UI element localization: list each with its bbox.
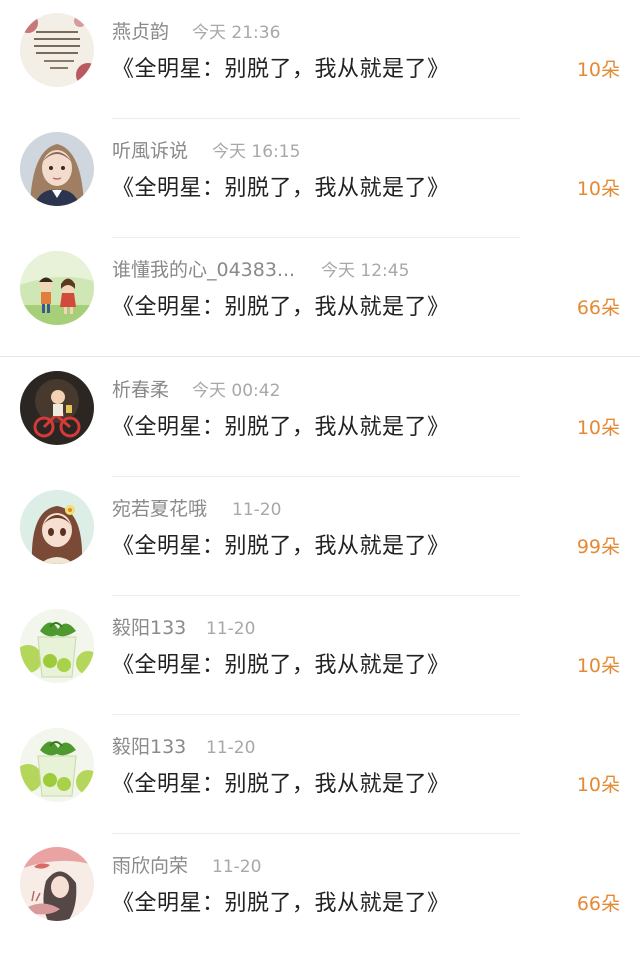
- avatar[interactable]: [20, 847, 94, 921]
- avatar[interactable]: [20, 490, 94, 564]
- user-name[interactable]: 毅阳133: [112, 616, 186, 640]
- gift-title: 《全明星：别脱了，我从就是了》: [112, 891, 450, 916]
- list-item[interactable]: 谁懂我的心_04383... 今天 12:45 《全明星：别脱了，我从就是了》 …: [0, 238, 640, 357]
- user-name[interactable]: 雨欣向荣: [112, 854, 188, 878]
- gift-title: 《全明星：别脱了，我从就是了》: [112, 57, 450, 82]
- timestamp: 11-20: [232, 500, 282, 520]
- list-item[interactable]: 毅阳133 11-20 《全明星：别脱了，我从就是了》 10朵: [0, 715, 640, 834]
- gift-title: 《全明星：别脱了，我从就是了》: [112, 534, 450, 559]
- timestamp: 今天 21:36: [192, 23, 281, 43]
- avatar[interactable]: [20, 13, 94, 87]
- avatar-cartoon-kids-icon: [20, 251, 94, 325]
- avatar[interactable]: [20, 609, 94, 683]
- list-item[interactable]: 宛若夏花哦 11-20 《全明星：别脱了，我从就是了》 99朵: [0, 477, 640, 596]
- avatar-mojito-icon: [20, 728, 94, 802]
- list-item[interactable]: 毅阳133 11-20 《全明星：别脱了，我从就是了》 10朵: [0, 596, 640, 715]
- avatar[interactable]: [20, 132, 94, 206]
- flower-count: 10朵: [576, 59, 620, 81]
- flower-count: 10朵: [576, 655, 620, 677]
- divider: [0, 356, 640, 357]
- user-name[interactable]: 毅阳133: [112, 735, 186, 759]
- avatar-mojito-icon: [20, 609, 94, 683]
- gift-list: 燕贞韵 今天 21:36 《全明星：别脱了，我从就是了》 10朵 听風诉说 今天…: [0, 0, 640, 949]
- gift-title: 《全明星：别脱了，我从就是了》: [112, 295, 450, 320]
- avatar[interactable]: [20, 371, 94, 445]
- timestamp: 今天 16:15: [212, 142, 301, 162]
- flower-count: 10朵: [576, 774, 620, 796]
- user-name[interactable]: 燕贞韵: [112, 20, 169, 44]
- gift-title: 《全明星：别脱了，我从就是了》: [112, 415, 450, 440]
- flower-count: 10朵: [576, 417, 620, 439]
- flower-count: 10朵: [576, 178, 620, 200]
- user-name[interactable]: 听風诉说: [112, 139, 188, 163]
- gift-title: 《全明星：别脱了，我从就是了》: [112, 653, 450, 678]
- timestamp: 今天 12:45: [321, 261, 410, 281]
- list-item[interactable]: 听風诉说 今天 16:15 《全明星：别脱了，我从就是了》 10朵: [0, 119, 640, 238]
- user-name[interactable]: 宛若夏花哦: [112, 497, 207, 521]
- avatar-poem-icon: [20, 13, 94, 87]
- user-name[interactable]: 谁懂我的心_04383...: [112, 258, 295, 282]
- gift-title: 《全明星：别脱了，我从就是了》: [112, 176, 450, 201]
- timestamp: 今天 00:42: [192, 381, 281, 401]
- list-item[interactable]: 雨欣向荣 11-20 《全明星：别脱了，我从就是了》 66朵: [0, 834, 640, 953]
- timestamp: 11-20: [206, 738, 256, 758]
- flower-count: 66朵: [576, 893, 620, 915]
- avatar-girl-portrait-icon: [20, 132, 94, 206]
- avatar[interactable]: [20, 728, 94, 802]
- avatar-bicycle-icon: [20, 371, 94, 445]
- avatar[interactable]: [20, 251, 94, 325]
- list-item[interactable]: 析春柔 今天 00:42 《全明星：别脱了，我从就是了》 10朵: [0, 358, 640, 477]
- gift-title: 《全明星：别脱了，我从就是了》: [112, 772, 450, 797]
- avatar-lady-illustration-icon: [20, 847, 94, 921]
- flower-count: 66朵: [576, 297, 620, 319]
- flower-count: 99朵: [576, 536, 620, 558]
- avatar-anime-girl-icon: [20, 490, 94, 564]
- timestamp: 11-20: [206, 619, 256, 639]
- timestamp: 11-20: [212, 857, 262, 877]
- list-item[interactable]: 燕贞韵 今天 21:36 《全明星：别脱了，我从就是了》 10朵: [0, 0, 640, 119]
- user-name[interactable]: 析春柔: [112, 378, 169, 402]
